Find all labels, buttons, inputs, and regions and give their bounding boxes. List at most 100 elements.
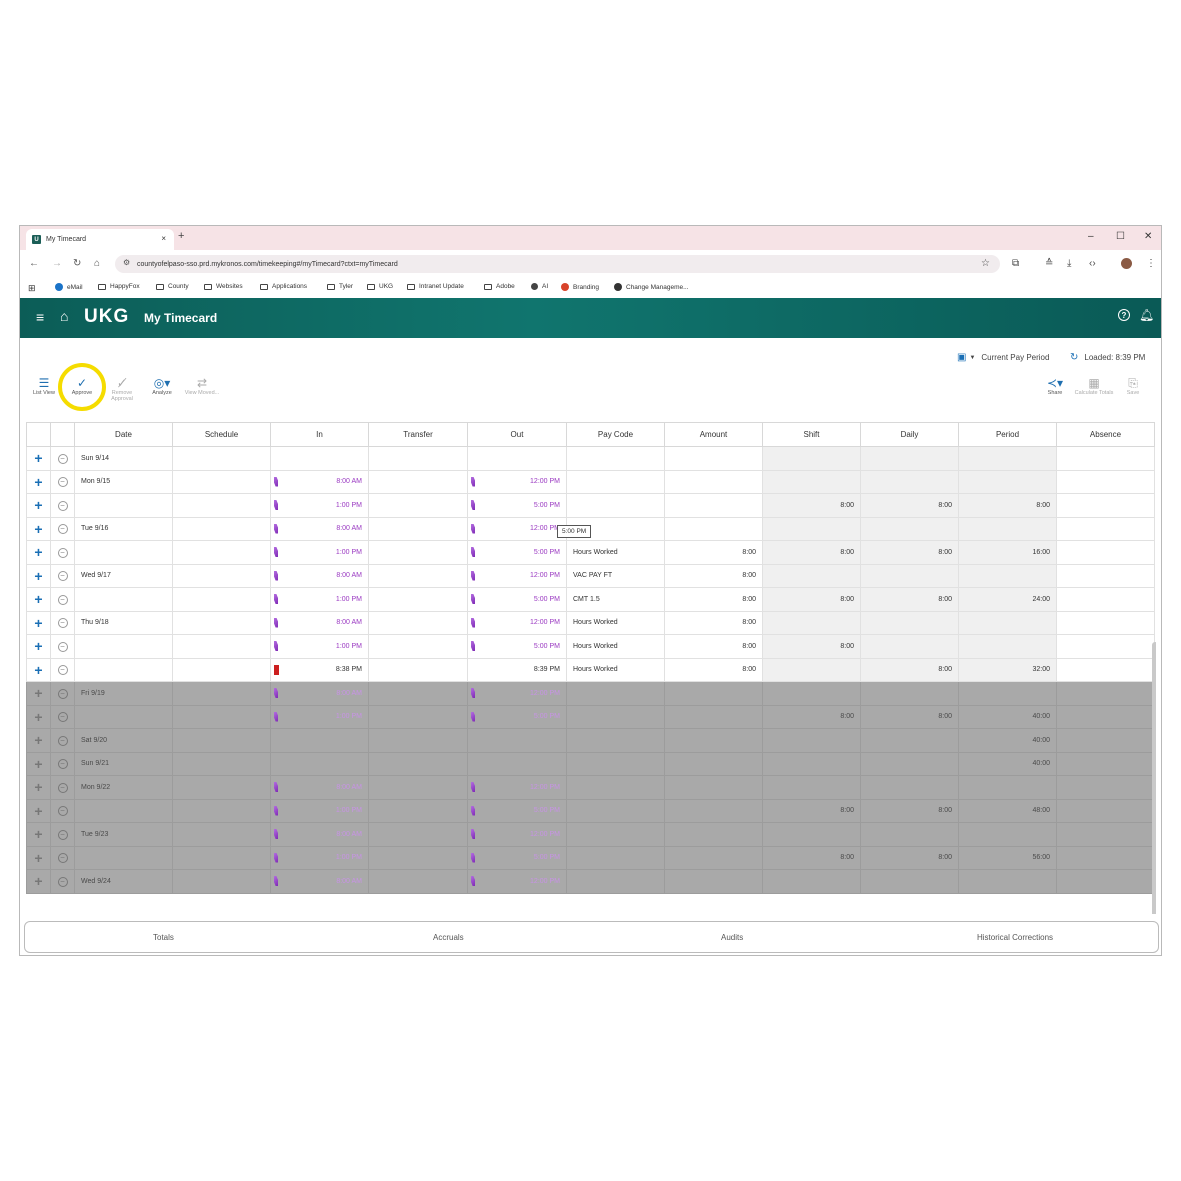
date-cell[interactable]: Fri 9/19 xyxy=(74,681,173,706)
add-punch-button[interactable]: + xyxy=(26,516,51,541)
schedule-cell[interactable] xyxy=(172,798,271,823)
out-punch-cell[interactable]: 5:00 PM xyxy=(467,798,567,823)
amount-cell[interactable] xyxy=(664,728,763,753)
amount-cell[interactable] xyxy=(664,798,763,823)
bookmark-websites[interactable]: Websites xyxy=(204,283,243,290)
browser-tab[interactable]: U My Timecard × xyxy=(26,229,174,250)
column-header-transfer[interactable]: Transfer xyxy=(368,422,468,447)
extensions-icon[interactable]: ⧉ xyxy=(1012,258,1019,269)
in-punch-cell[interactable]: 8:00 AM xyxy=(270,822,369,847)
home-icon[interactable]: ⌂ xyxy=(60,308,68,324)
absence-cell[interactable] xyxy=(1056,751,1155,776)
home-icon[interactable]: ⌂ xyxy=(94,258,100,269)
column-header-out[interactable]: Out xyxy=(467,422,567,447)
in-punch-cell[interactable]: 1:00 PM xyxy=(270,845,369,870)
absence-cell[interactable] xyxy=(1056,446,1155,471)
transfer-cell[interactable] xyxy=(368,798,468,823)
amount-cell[interactable] xyxy=(664,822,763,847)
amount-cell[interactable] xyxy=(664,869,763,894)
absence-cell[interactable] xyxy=(1056,587,1155,612)
date-cell[interactable]: Wed 9/24 xyxy=(74,869,173,894)
schedule-cell[interactable] xyxy=(172,563,271,588)
minimize-icon[interactable]: – xyxy=(1088,231,1094,242)
view-moved-button[interactable]: ⇄ View Moved... xyxy=(182,376,222,396)
remove-row-button[interactable]: − xyxy=(50,775,75,800)
schedule-cell[interactable] xyxy=(172,728,271,753)
menu-dots-icon[interactable]: ⋮ xyxy=(1146,258,1156,269)
date-cell[interactable] xyxy=(74,540,173,565)
absence-cell[interactable] xyxy=(1056,469,1155,494)
amount-cell[interactable]: 8:00 xyxy=(664,563,763,588)
column-header-period[interactable]: Period xyxy=(958,422,1057,447)
remove-row-button[interactable]: − xyxy=(50,516,75,541)
add-punch-button[interactable]: + xyxy=(26,728,51,753)
date-cell[interactable]: Mon 9/15 xyxy=(74,469,173,494)
date-cell[interactable] xyxy=(74,798,173,823)
in-punch-cell[interactable] xyxy=(270,728,369,753)
table-row[interactable]: + − Mon 9/22 8:00 AM 12:00 PM xyxy=(26,775,1155,800)
reading-list-icon[interactable]: ≙ xyxy=(1045,258,1053,269)
tab-accruals[interactable]: Accruals xyxy=(433,933,464,942)
amount-cell[interactable] xyxy=(664,446,763,471)
schedule-cell[interactable] xyxy=(172,516,271,541)
transfer-cell[interactable] xyxy=(368,610,468,635)
absence-cell[interactable] xyxy=(1056,869,1155,894)
pay-code-cell[interactable]: CMT 1.5 xyxy=(566,587,665,612)
pay-code-cell[interactable] xyxy=(566,469,665,494)
bookmark-tyler[interactable]: Tyler xyxy=(327,283,353,290)
absence-cell[interactable] xyxy=(1056,610,1155,635)
absence-cell[interactable] xyxy=(1056,681,1155,706)
help-icon[interactable]: ? xyxy=(1118,309,1130,321)
pay-code-cell[interactable] xyxy=(566,751,665,776)
maximize-icon[interactable]: ☐ xyxy=(1116,231,1125,242)
remove-row-button[interactable]: − xyxy=(50,493,75,518)
date-cell[interactable] xyxy=(74,845,173,870)
bookmark-email[interactable]: eMail xyxy=(55,283,83,291)
in-punch-cell[interactable] xyxy=(270,751,369,776)
table-row[interactable]: + −1:00 PM 5:00 PM 8:00 8:00 48:00 xyxy=(26,798,1155,823)
schedule-cell[interactable] xyxy=(172,446,271,471)
date-cell[interactable]: Thu 9/18 xyxy=(74,610,173,635)
transfer-cell[interactable] xyxy=(368,587,468,612)
remove-row-button[interactable]: − xyxy=(50,657,75,682)
add-punch-button[interactable]: + xyxy=(26,634,51,659)
in-punch-cell[interactable]: 1:00 PM xyxy=(270,704,369,729)
bookmark-county[interactable]: County xyxy=(156,283,189,290)
table-row[interactable]: + − Tue 9/23 8:00 AM 12:00 PM xyxy=(26,822,1155,847)
add-punch-button[interactable]: + xyxy=(26,563,51,588)
add-punch-button[interactable]: + xyxy=(26,446,51,471)
amount-cell[interactable] xyxy=(664,845,763,870)
absence-cell[interactable] xyxy=(1056,728,1155,753)
in-punch-cell[interactable]: 8:00 AM xyxy=(270,516,369,541)
profile-avatar[interactable] xyxy=(1121,258,1132,269)
out-punch-cell[interactable]: 12:00 PM xyxy=(467,469,567,494)
date-cell[interactable] xyxy=(74,657,173,682)
transfer-cell[interactable] xyxy=(368,634,468,659)
pay-code-cell[interactable] xyxy=(566,728,665,753)
schedule-cell[interactable] xyxy=(172,869,271,894)
schedule-cell[interactable] xyxy=(172,469,271,494)
column-header-daily[interactable]: Daily xyxy=(860,422,959,447)
table-row[interactable]: + − Sat 9/20 40:00 xyxy=(26,728,1155,753)
absence-cell[interactable] xyxy=(1056,822,1155,847)
in-punch-cell[interactable]: 1:00 PM xyxy=(270,493,369,518)
column-header-schedule[interactable]: Schedule xyxy=(172,422,271,447)
in-punch-cell[interactable]: 8:00 AM xyxy=(270,563,369,588)
date-cell[interactable] xyxy=(74,587,173,612)
pay-code-cell[interactable] xyxy=(566,493,665,518)
remove-row-button[interactable]: − xyxy=(50,563,75,588)
in-punch-cell[interactable]: 1:00 PM xyxy=(270,634,369,659)
date-cell[interactable]: Tue 9/23 xyxy=(74,822,173,847)
column-header-pay-code[interactable]: Pay Code xyxy=(566,422,665,447)
table-row[interactable]: + −1:00 PM 5:00 PM 8:00 8:00 40:00 xyxy=(26,704,1155,729)
transfer-cell[interactable] xyxy=(368,845,468,870)
table-row[interactable]: + − Fri 9/19 8:00 AM 12:00 PM xyxy=(26,681,1155,706)
in-punch-cell[interactable]: 8:00 AM xyxy=(270,469,369,494)
date-cell[interactable]: Mon 9/22 xyxy=(74,775,173,800)
transfer-cell[interactable] xyxy=(368,728,468,753)
out-punch-cell[interactable] xyxy=(467,751,567,776)
date-cell[interactable]: Wed 9/17 xyxy=(74,563,173,588)
in-punch-cell[interactable]: 1:00 PM xyxy=(270,540,369,565)
transfer-cell[interactable] xyxy=(368,469,468,494)
column-header-date[interactable]: Date xyxy=(74,422,173,447)
